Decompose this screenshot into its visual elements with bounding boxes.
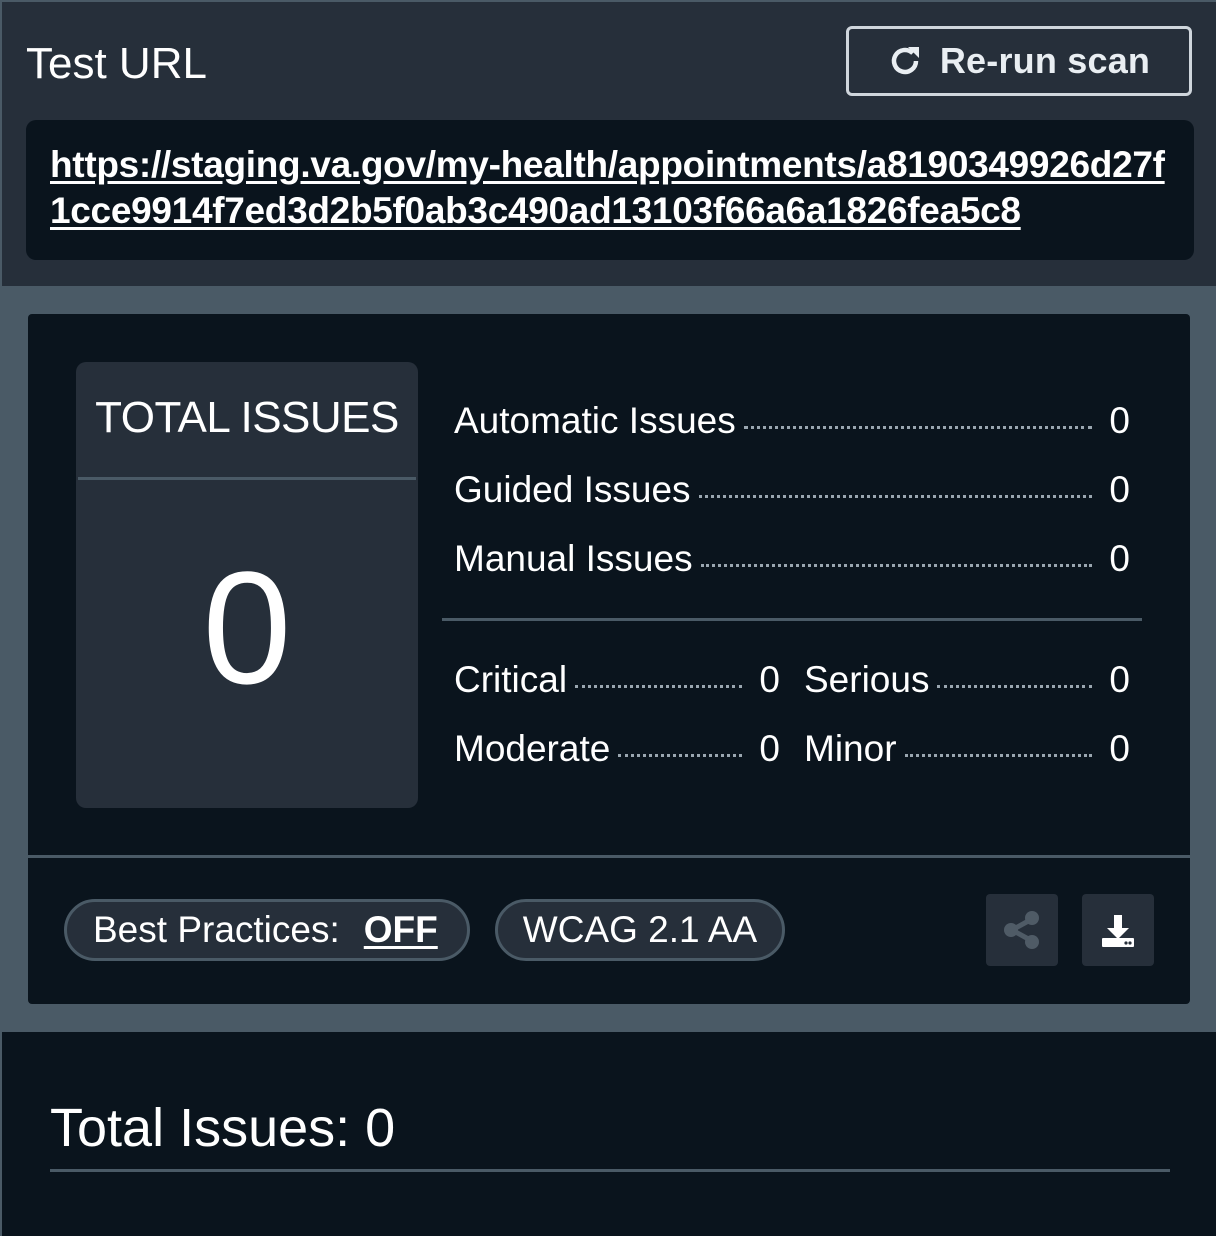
- manual-issues-label: Manual Issues: [454, 538, 693, 579]
- summary-band: TOTAL ISSUES 0 Automatic Issues 0 Guided…: [2, 286, 1216, 1032]
- guided-issues-label: Guided Issues: [454, 469, 691, 510]
- total-issues-count: 0: [202, 538, 292, 717]
- manual-issues-row: Manual Issues 0: [454, 538, 1130, 580]
- best-practices-value[interactable]: OFF: [364, 909, 438, 951]
- test-url-link[interactable]: https://staging.va.gov/my-health/appoint…: [50, 142, 1170, 234]
- moderate-count: 0: [759, 728, 780, 769]
- divider: [78, 477, 416, 480]
- export-button[interactable]: [1082, 894, 1154, 966]
- wcag-standard-badge: WCAG 2.1 AA: [495, 899, 785, 961]
- total-issues-label: TOTAL ISSUES: [95, 393, 399, 442]
- total-issues-box: TOTAL ISSUES 0: [76, 362, 418, 808]
- wcag-standard-label: WCAG 2.1 AA: [522, 909, 758, 950]
- dot-leader: [904, 754, 1092, 757]
- download-icon: [1102, 915, 1134, 947]
- moderate-row: Moderate 0: [454, 728, 780, 770]
- serious-count: 0: [1109, 659, 1130, 700]
- dot-leader: [743, 426, 1092, 429]
- serious-label: Serious: [804, 659, 930, 700]
- dot-leader: [575, 685, 742, 688]
- serious-row: Serious 0: [804, 659, 1130, 701]
- summary-card: TOTAL ISSUES 0 Automatic Issues 0 Guided…: [28, 314, 1190, 1004]
- automatic-issues-label: Automatic Issues: [454, 400, 736, 441]
- minor-count: 0: [1109, 728, 1130, 769]
- divider: [442, 618, 1142, 621]
- critical-label: Critical: [454, 659, 568, 700]
- rerun-scan-button[interactable]: Re-run scan: [846, 26, 1192, 96]
- critical-count: 0: [759, 659, 780, 700]
- page-title: Test URL: [26, 39, 207, 88]
- minor-label: Minor: [804, 728, 897, 769]
- share-button[interactable]: [986, 894, 1058, 966]
- app-frame: Test URL Re-run scan https://staging.va.…: [0, 0, 1216, 1236]
- best-practices-label: Best Practices:: [93, 909, 340, 950]
- total-issues-heading: Total Issues: 0: [50, 1098, 396, 1158]
- manual-issues-count: 0: [1109, 538, 1130, 579]
- best-practices-toggle[interactable]: Best Practices: OFF: [64, 899, 470, 961]
- guided-issues-count: 0: [1109, 469, 1130, 510]
- dot-leader: [937, 685, 1092, 688]
- critical-row: Critical 0: [454, 659, 780, 701]
- dot-leader: [698, 495, 1092, 498]
- dot-leader: [618, 754, 742, 757]
- dot-leader: [700, 564, 1092, 567]
- divider: [28, 855, 1190, 858]
- guided-issues-row: Guided Issues 0: [454, 469, 1130, 511]
- automatic-issues-row: Automatic Issues 0: [454, 400, 1130, 442]
- automatic-issues-count: 0: [1109, 400, 1130, 441]
- divider: [50, 1169, 1170, 1172]
- rerun-scan-label: Re-run scan: [939, 40, 1151, 81]
- url-box: https://staging.va.gov/my-health/appoint…: [26, 120, 1194, 260]
- test-url-header: Test URL Re-run scan https://staging.va.…: [2, 2, 1216, 286]
- minor-row: Minor 0: [804, 728, 1130, 770]
- share-icon: [1004, 911, 1039, 949]
- refresh-icon: [891, 47, 919, 75]
- moderate-label: Moderate: [454, 728, 611, 769]
